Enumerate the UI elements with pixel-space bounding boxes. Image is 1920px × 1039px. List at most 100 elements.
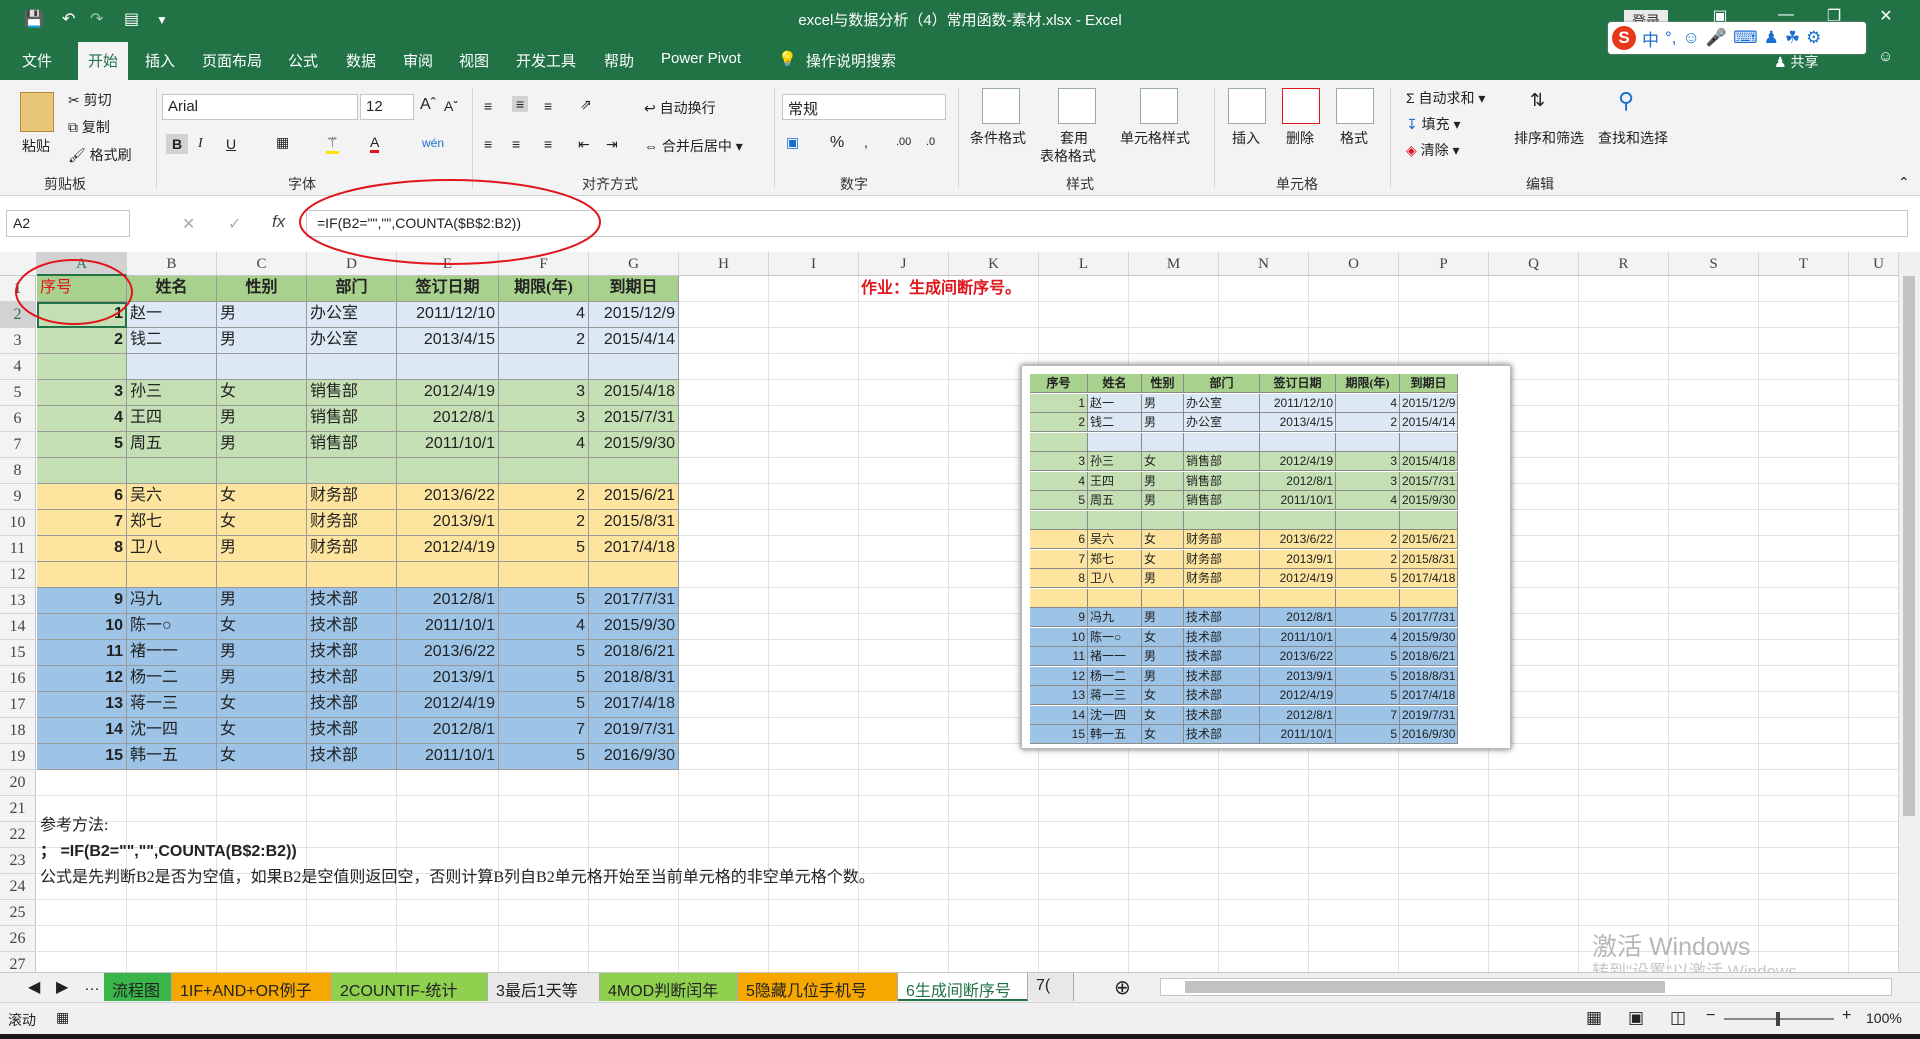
close-button[interactable]: ✕: [1866, 6, 1906, 26]
paste-button[interactable]: 粘贴: [22, 136, 50, 156]
format-as-table-icon[interactable]: [1058, 88, 1096, 124]
insert-cells-icon[interactable]: [1228, 88, 1266, 124]
format-painter-button[interactable]: 🖌 格式刷: [68, 145, 132, 165]
user-icon[interactable]: ♟: [1764, 28, 1779, 48]
menu-home[interactable]: 开始: [78, 42, 129, 80]
find-icon[interactable]: ⚲: [1618, 88, 1634, 114]
align-right-icon[interactable]: ≡: [544, 136, 552, 152]
menu-page-layout[interactable]: 页面布局: [202, 50, 262, 71]
autosum-button[interactable]: Σ 自动求和 ▾: [1406, 88, 1485, 108]
format-cells-icon[interactable]: [1336, 88, 1374, 124]
decrease-indent-icon[interactable]: ⇤: [578, 136, 590, 153]
fill-button[interactable]: ↧ 填充 ▾: [1406, 114, 1461, 134]
feedback-smiley-icon[interactable]: ☺: [1878, 48, 1893, 65]
conditional-format-button[interactable]: 条件格式: [970, 128, 1026, 148]
cancel-icon[interactable]: ✕: [182, 214, 195, 234]
menu-data[interactable]: 数据: [346, 50, 376, 71]
horizontal-scroll-thumb[interactable]: [1185, 981, 1665, 993]
normal-view-icon[interactable]: ▦: [1586, 1008, 1602, 1028]
zoom-in-icon[interactable]: +: [1842, 1007, 1851, 1025]
increase-decimal-icon[interactable]: .00: [896, 136, 911, 148]
wrap-text-button[interactable]: ↩ 自动换行: [644, 98, 716, 118]
sogou-ime-toolbar[interactable]: S 中 °, ☺ 🎤 ⌨ ♟ ☘ ⚙: [1608, 22, 1866, 54]
align-center-icon[interactable]: ≡: [512, 136, 520, 152]
copy-button[interactable]: ⧉ 复制: [68, 117, 110, 137]
border-icon[interactable]: ▦: [276, 134, 289, 151]
bold-button[interactable]: B: [166, 134, 189, 154]
page-break-view-icon[interactable]: ◫: [1670, 1008, 1686, 1028]
sheet-tab-8[interactable]: 7(: [1028, 973, 1074, 1001]
sheet-tab-6[interactable]: 5隐藏几位手机号: [738, 973, 898, 1001]
cut-button[interactable]: ✂ 剪切: [68, 90, 112, 110]
conditional-format-icon[interactable]: [982, 88, 1020, 124]
mic-icon[interactable]: 🎤: [1706, 28, 1727, 48]
horizontal-scrollbar[interactable]: [1160, 978, 1892, 996]
ime-lang[interactable]: 中: [1642, 26, 1659, 51]
align-middle-icon[interactable]: ≡: [512, 96, 529, 112]
zoom-out-icon[interactable]: −: [1706, 1007, 1715, 1025]
punct-icon[interactable]: °,: [1665, 28, 1677, 48]
font-size-select[interactable]: 12: [360, 94, 414, 120]
collapse-ribbon-icon[interactable]: ⌃: [1898, 174, 1910, 191]
fill-color-icon[interactable]: ⚚: [326, 134, 339, 154]
menu-developer[interactable]: 开发工具: [516, 50, 576, 71]
cell-styles-icon[interactable]: [1140, 88, 1178, 124]
delete-cells-icon[interactable]: [1282, 88, 1320, 124]
zoom-slider-thumb[interactable]: [1776, 1012, 1780, 1026]
sheet-tab-3[interactable]: 2COUNTIF-统计: [332, 973, 488, 1001]
percent-button[interactable]: %: [830, 134, 844, 152]
align-left-icon[interactable]: ≡: [484, 136, 492, 152]
sheet-tab-5[interactable]: 4MOD判断闰年: [600, 973, 738, 1001]
decrease-decimal-icon[interactable]: .0: [926, 136, 935, 148]
align-bottom-icon[interactable]: ≡: [544, 98, 552, 114]
formula-input[interactable]: =IF(B2="","",COUNTA($B$2:B2)): [306, 210, 1908, 237]
zoom-level[interactable]: 100%: [1866, 1010, 1902, 1026]
currency-icon[interactable]: ▣: [786, 134, 799, 151]
paste-icon[interactable]: [20, 92, 54, 132]
italic-button[interactable]: I: [198, 136, 203, 152]
menu-file[interactable]: 文件: [22, 50, 52, 71]
format-as-table-button[interactable]: 套用: [1060, 128, 1088, 148]
vertical-scrollbar[interactable]: [1898, 252, 1920, 972]
shrink-font-icon[interactable]: Aˇ: [444, 98, 458, 114]
vertical-scroll-thumb[interactable]: [1903, 276, 1915, 816]
menu-review[interactable]: 审阅: [403, 50, 433, 71]
keyboard-icon[interactable]: ⌨: [1733, 28, 1758, 48]
menu-tell-me[interactable]: 操作说明搜索: [806, 50, 896, 71]
tab-scroll-left-icon[interactable]: ◀: [20, 973, 48, 1001]
sort-filter-button[interactable]: 排序和筛选: [1514, 128, 1584, 148]
tools-icon[interactable]: ⚙: [1806, 28, 1821, 48]
menu-view[interactable]: 视图: [459, 50, 489, 71]
cell-styles-button[interactable]: 单元格样式: [1120, 128, 1190, 148]
sort-filter-icon[interactable]: ⇅: [1530, 90, 1545, 111]
menu-formulas[interactable]: 公式: [288, 50, 318, 71]
find-select-button[interactable]: 查找和选择: [1598, 128, 1668, 148]
sheet-tab-2[interactable]: 1IF+AND+OR例子: [172, 973, 332, 1001]
comma-style-icon[interactable]: ,: [864, 134, 868, 150]
new-sheet-icon[interactable]: ⊕: [1106, 971, 1139, 999]
orientation-icon[interactable]: ⇗: [580, 96, 592, 113]
emoji-icon[interactable]: ☺: [1683, 28, 1700, 48]
merge-center-button[interactable]: ⇔ 合并后居中 ▾: [644, 136, 743, 156]
increase-indent-icon[interactable]: ⇥: [606, 136, 618, 153]
font-color-icon[interactable]: A: [370, 134, 380, 153]
name-box[interactable]: A2: [6, 210, 130, 237]
macro-record-icon[interactable]: ▦: [56, 1009, 69, 1026]
clear-button[interactable]: ◈ 清除 ▾: [1406, 140, 1460, 160]
menu-power-pivot[interactable]: Power Pivot: [661, 50, 741, 67]
tab-scroll-right-icon[interactable]: ▶: [48, 973, 76, 1001]
menu-help[interactable]: 帮助: [604, 50, 634, 71]
sheet-tab-4[interactable]: 3最后1天等: [488, 973, 600, 1001]
insert-function-button[interactable]: fx: [272, 212, 285, 232]
sheet-tab-1[interactable]: 流程图: [104, 973, 172, 1001]
share-button[interactable]: ♟ 共享: [1774, 52, 1818, 72]
align-top-icon[interactable]: ≡: [484, 98, 492, 114]
zoom-slider[interactable]: [1724, 1012, 1834, 1026]
grow-font-icon[interactable]: Aˆ: [420, 96, 436, 114]
underline-button[interactable]: U: [226, 136, 236, 152]
number-format-select[interactable]: 常规: [782, 94, 946, 120]
enter-icon[interactable]: ✓: [228, 214, 241, 234]
skin-icon[interactable]: ☘: [1785, 28, 1800, 48]
insert-cells-button[interactable]: 插入: [1232, 128, 1260, 148]
page-layout-view-icon[interactable]: ▣: [1628, 1008, 1644, 1028]
